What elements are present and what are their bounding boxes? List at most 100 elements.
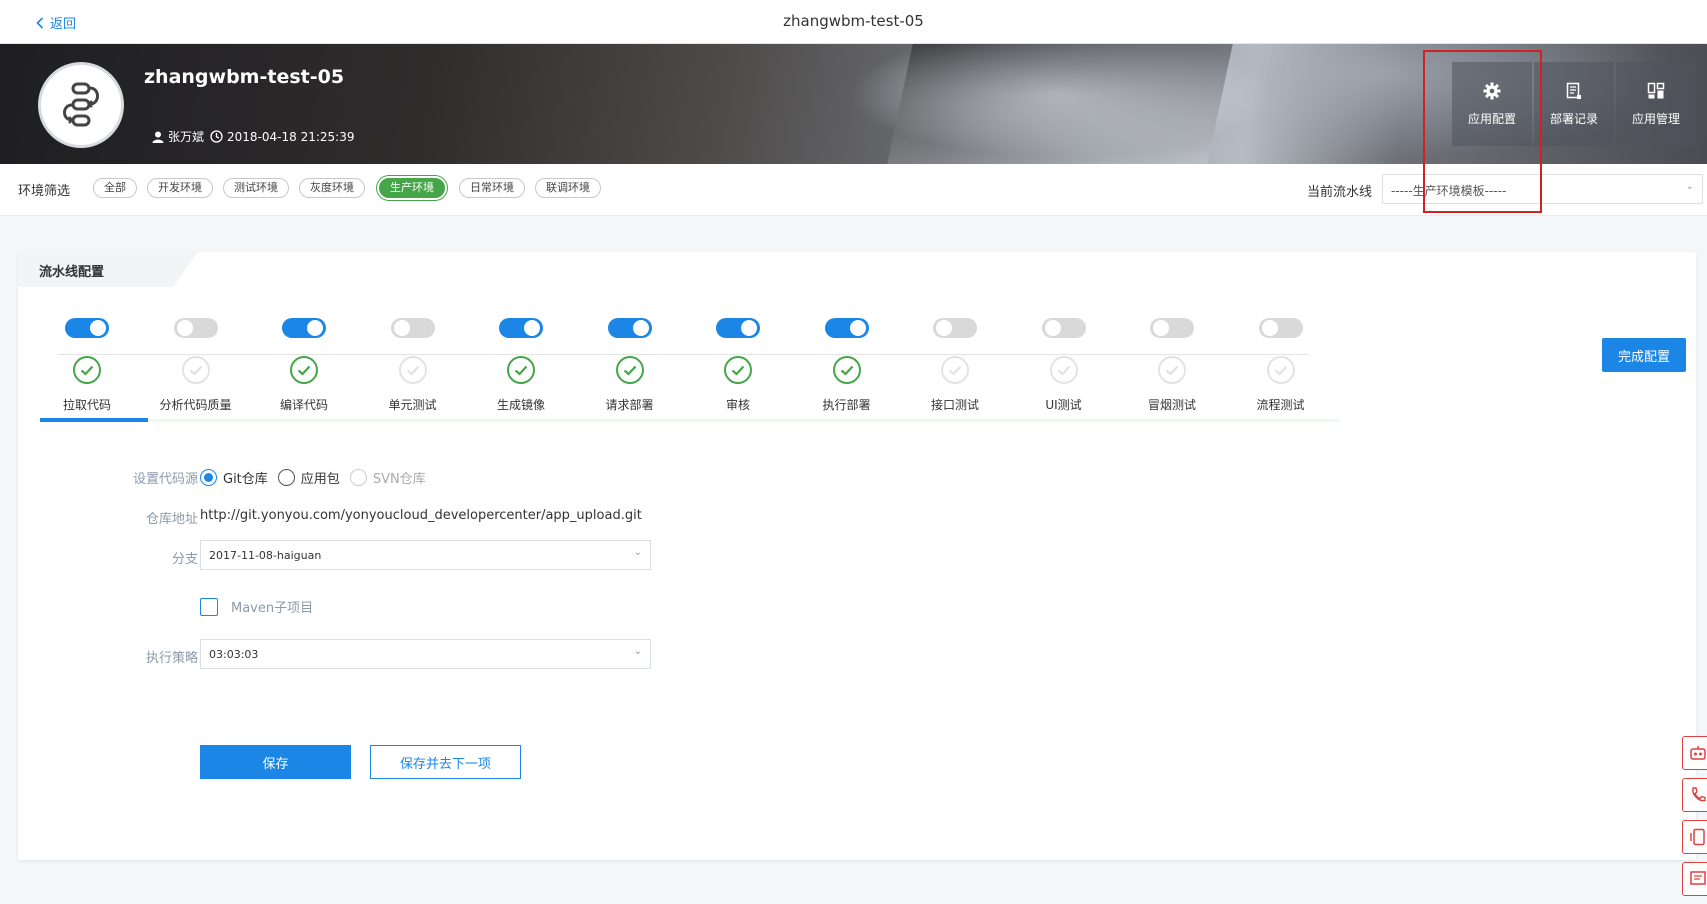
feedback-icon bbox=[1690, 871, 1706, 885]
toggle-knob bbox=[849, 320, 866, 336]
app-meta: 张万斌 2018-04-18 21:25:39 bbox=[152, 128, 360, 145]
mobile-device-icon bbox=[1690, 828, 1705, 846]
pipeline-select[interactable]: -----生产环境模板----- ⌄ bbox=[1382, 174, 1703, 204]
toggle-knob bbox=[632, 320, 649, 336]
step-toggle[interactable] bbox=[1150, 318, 1194, 338]
env-tag-dev[interactable]: 开发环境 bbox=[147, 178, 213, 198]
pipeline-step[interactable]: 单元测试 bbox=[359, 318, 467, 413]
step-toggle[interactable] bbox=[390, 318, 435, 338]
floating-toolbar bbox=[1682, 736, 1707, 904]
radio-git-label: Git仓库 bbox=[223, 472, 268, 487]
check-circle-icon bbox=[507, 356, 535, 384]
toggle-knob bbox=[1153, 320, 1169, 336]
app-avatar bbox=[38, 62, 124, 148]
step-toggle[interactable] bbox=[824, 318, 869, 338]
strategy-select[interactable]: 03:03:03 ⌄ bbox=[200, 639, 651, 669]
robot-icon bbox=[1690, 746, 1706, 760]
step-label: 编译代码 bbox=[279, 398, 328, 412]
save-button[interactable]: 保存 bbox=[200, 745, 351, 779]
banner-background bbox=[887, 44, 1233, 164]
phone-button[interactable] bbox=[1682, 778, 1707, 812]
radio-git[interactable]: Git仓库 bbox=[200, 468, 268, 487]
step-toggle[interactable] bbox=[1258, 318, 1303, 338]
maven-checkbox[interactable]: Maven子项目 bbox=[200, 597, 313, 616]
app-config-button[interactable]: 应用配置 bbox=[1452, 62, 1532, 146]
pipeline-select-value: -----生产环境模板----- bbox=[1391, 184, 1507, 198]
top-bar: 返回 zhangwbm-test-05 bbox=[0, 0, 1707, 44]
save-next-button[interactable]: 保存并去下一项 bbox=[370, 745, 521, 779]
toggle-knob bbox=[741, 320, 757, 336]
checkbox-box[interactable] bbox=[200, 597, 218, 616]
step-toggle[interactable] bbox=[65, 318, 109, 338]
deploy-history-button[interactable]: 部署记录 bbox=[1534, 62, 1614, 146]
step-toggle[interactable] bbox=[499, 318, 543, 338]
clock-icon bbox=[210, 130, 223, 143]
deploy-history-label: 部署记录 bbox=[1549, 111, 1598, 126]
repo-label: 仓库地址 bbox=[145, 512, 198, 527]
env-tag-daily[interactable]: 日常环境 bbox=[459, 178, 525, 198]
env-tag-list: 全部 开发环境 测试环境 灰度环境 生产环境 日常环境 联调环境 bbox=[93, 178, 611, 198]
step-toggle[interactable] bbox=[933, 318, 977, 338]
step-label: 审核 bbox=[725, 398, 750, 412]
step-toggle[interactable] bbox=[173, 318, 218, 338]
pipeline-step[interactable]: 分析代码质量 bbox=[142, 318, 250, 413]
radio-package-label: 应用包 bbox=[300, 472, 340, 487]
pipeline-step[interactable]: UI测试 bbox=[1010, 318, 1118, 413]
radio-svn-label: SVN仓库 bbox=[372, 472, 426, 487]
toggle-knob bbox=[90, 320, 106, 336]
check-circle-icon bbox=[724, 356, 752, 384]
pipeline-step[interactable]: 冒烟测试 bbox=[1118, 318, 1226, 413]
step-toggle[interactable] bbox=[716, 318, 760, 338]
step-label: 单元测试 bbox=[388, 398, 437, 412]
pipeline-step[interactable]: 执行部署 bbox=[793, 318, 901, 413]
pipeline-step[interactable]: 编译代码 bbox=[250, 318, 358, 413]
step-toggle[interactable] bbox=[607, 318, 652, 338]
step-label: 流程测试 bbox=[1256, 398, 1305, 412]
robot-button[interactable] bbox=[1682, 736, 1707, 770]
feedback-button[interactable] bbox=[1682, 862, 1707, 896]
gear-icon bbox=[1483, 82, 1501, 99]
env-tag-production[interactable]: 生产环境 bbox=[379, 178, 445, 198]
pipeline-step[interactable]: 拉取代码 bbox=[33, 318, 141, 413]
owner-name: 张万斌 bbox=[168, 130, 205, 144]
pipeline-step[interactable]: 流程测试 bbox=[1227, 318, 1335, 413]
pipeline-step[interactable]: 请求部署 bbox=[576, 318, 684, 413]
step-toggle[interactable] bbox=[1041, 318, 1086, 338]
app-actions: 应用配置 部署记录 应用管理 bbox=[1452, 62, 1698, 146]
radio-dot bbox=[200, 469, 217, 486]
check-circle-icon bbox=[615, 356, 644, 384]
pipeline-step[interactable]: 审核 bbox=[684, 318, 792, 413]
radio-dot bbox=[277, 469, 295, 486]
toggle-knob bbox=[393, 320, 410, 336]
toggle-knob bbox=[936, 320, 952, 336]
app-manage-button[interactable]: 应用管理 bbox=[1616, 62, 1696, 146]
chevron-down-icon: ⌄ bbox=[633, 646, 642, 657]
check-circle-icon bbox=[398, 356, 427, 384]
toggle-knob bbox=[1261, 320, 1278, 336]
toggle-knob bbox=[176, 320, 193, 336]
user-icon bbox=[152, 131, 164, 143]
branch-select[interactable]: 2017-11-08-haiguan ⌄ bbox=[200, 540, 651, 570]
created-time: 2018-04-18 21:25:39 bbox=[227, 129, 355, 144]
toggle-knob bbox=[307, 320, 323, 336]
app-banner: zhangwbm-test-05 张万斌 2018-04-18 21:25:39… bbox=[0, 44, 1707, 164]
branch-select-value: 2017-11-08-haiguan bbox=[209, 549, 322, 562]
env-tag-integration[interactable]: 联调环境 bbox=[535, 178, 601, 198]
maven-checkbox-label: Maven子项目 bbox=[231, 601, 314, 616]
pipeline-step[interactable]: 接口测试 bbox=[901, 318, 1009, 413]
check-circle-icon bbox=[181, 356, 210, 384]
env-tag-test[interactable]: 测试环境 bbox=[223, 178, 289, 198]
step-label: 请求部署 bbox=[605, 398, 654, 412]
step-toggle[interactable] bbox=[282, 318, 326, 338]
mobile-button[interactable] bbox=[1682, 820, 1707, 854]
grid-icon bbox=[1647, 82, 1665, 98]
pipeline-step[interactable]: 生成镜像 bbox=[467, 318, 575, 413]
env-tag-gray[interactable]: 灰度环境 bbox=[299, 178, 365, 198]
complete-config-button[interactable]: 完成配置 bbox=[1602, 338, 1686, 372]
check-circle-icon bbox=[1158, 356, 1186, 384]
env-tag-all[interactable]: 全部 bbox=[93, 178, 137, 198]
radio-package[interactable]: 应用包 bbox=[277, 468, 340, 487]
chevron-down-icon: ⌄ bbox=[1685, 181, 1694, 192]
step-label: 拉取代码 bbox=[62, 398, 111, 412]
branch-label: 分支 bbox=[171, 552, 198, 567]
